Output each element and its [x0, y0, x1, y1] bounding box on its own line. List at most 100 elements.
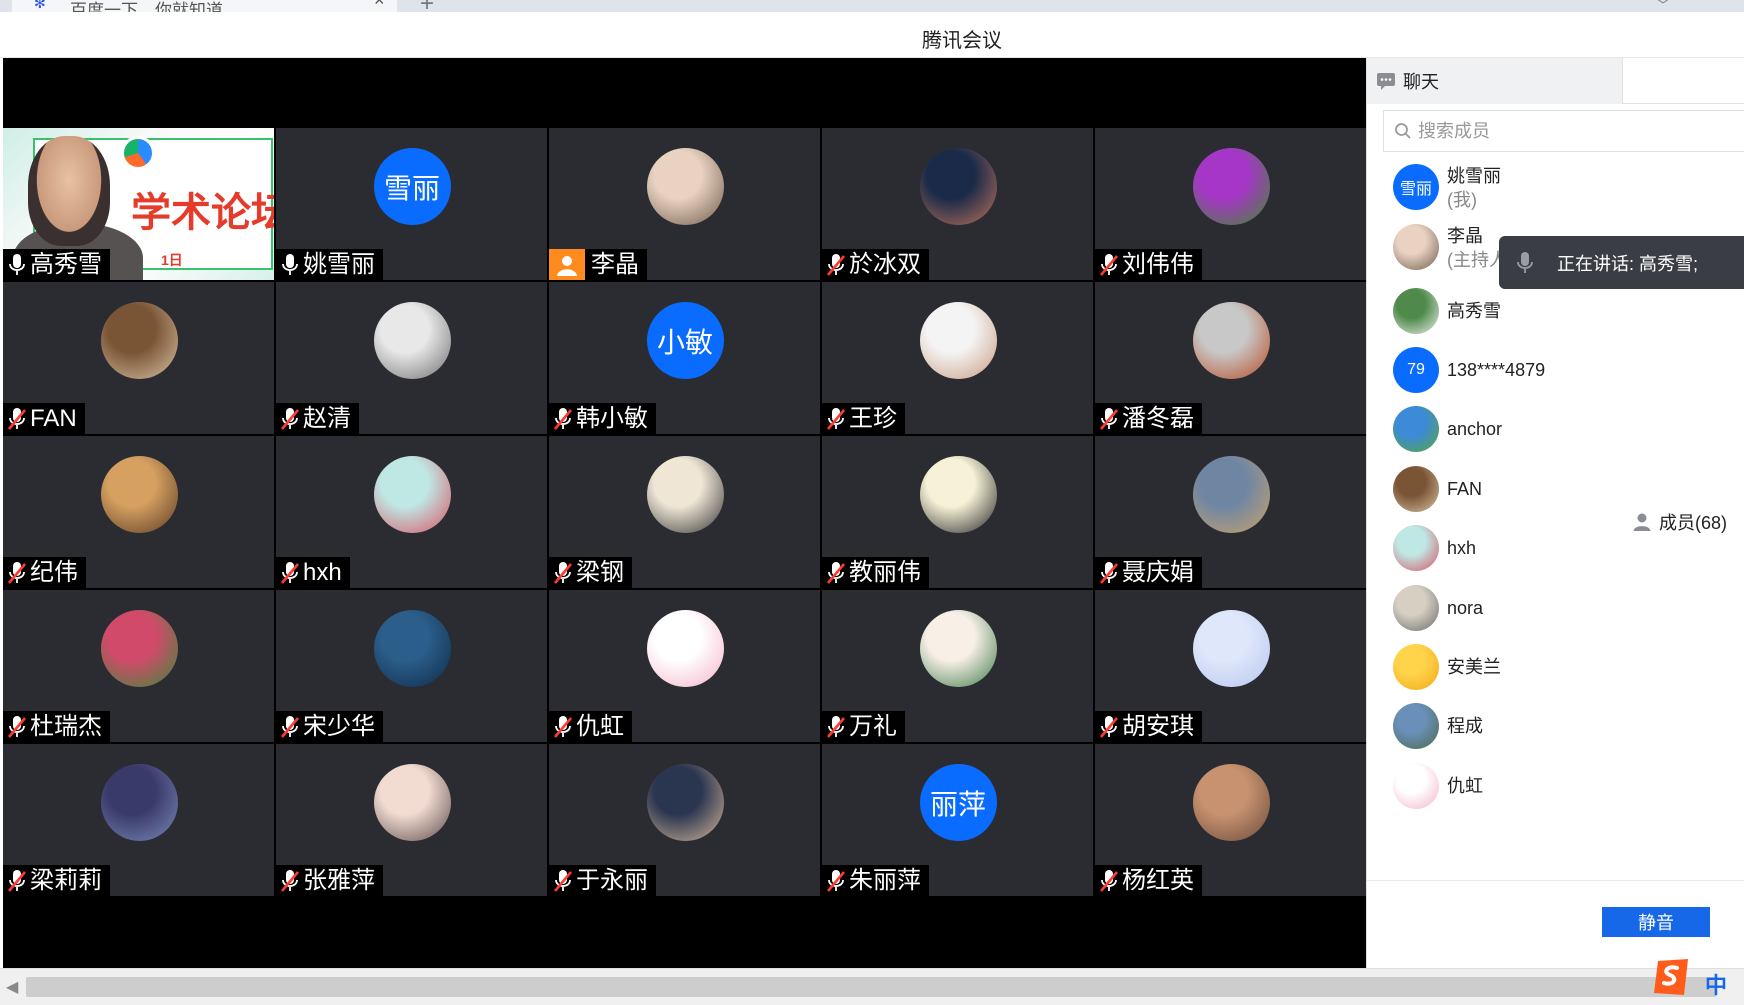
participant-name-tag: 宋少华	[276, 711, 383, 742]
video-tile[interactable]: 杜瑞杰	[3, 590, 274, 742]
participant-name: 聂庆娟	[1122, 559, 1194, 586]
member-list-item[interactable]: anchor	[1393, 406, 1733, 456]
video-tile[interactable]: 潘冬磊	[1095, 282, 1366, 434]
video-tile[interactable]: 杨红英	[1095, 744, 1366, 896]
video-tile[interactable]: 聂庆娟	[1095, 436, 1366, 588]
video-tile[interactable]: 宋少华	[276, 590, 547, 742]
video-tile[interactable]: 雪丽 姚雪丽	[276, 128, 547, 280]
video-tile[interactable]: 于永丽	[549, 744, 820, 896]
avatar	[1192, 610, 1270, 687]
chat-bubble-icon	[1377, 73, 1395, 90]
panel-tabs: 聊天 成员(68)	[1367, 58, 1744, 880]
microphone-muted-icon	[7, 407, 27, 431]
video-tile[interactable]: 胡安琪	[1095, 590, 1366, 742]
avatar	[100, 764, 178, 841]
member-list-item[interactable]: 仇虹	[1393, 763, 1733, 813]
member-name: anchor	[1447, 419, 1503, 439]
participant-name-tag: 张雅萍	[276, 865, 383, 896]
avatar	[1393, 585, 1439, 631]
video-tile[interactable]: 梁莉莉	[3, 744, 274, 896]
microphone-muted-icon	[826, 253, 846, 277]
participant-name: 韩小敏	[576, 405, 648, 432]
text-avatar: 雪丽	[1393, 164, 1439, 210]
video-tile[interactable]: 刘伟伟	[1095, 128, 1366, 280]
participant-name-tag: FAN	[3, 403, 85, 434]
participant-name: FAN	[30, 405, 77, 432]
new-tab-icon[interactable]: +	[420, 0, 434, 12]
participant-name: 教丽伟	[849, 559, 921, 586]
avatar	[100, 302, 178, 379]
video-tile[interactable]: 王珍	[822, 282, 1093, 434]
browser-tab[interactable]: ✻ 百度一下，你就知道 ×	[12, 0, 397, 12]
host-badge-icon	[549, 249, 585, 280]
participant-name: 赵清	[303, 405, 351, 432]
participant-name: 梁莉莉	[30, 867, 102, 894]
participant-name: 刘伟伟	[1122, 251, 1194, 278]
microphone-muted-icon	[7, 715, 27, 739]
participant-name-tag: 姚雪丽	[276, 249, 383, 280]
video-tile[interactable]: 张雅萍	[276, 744, 547, 896]
member-name: 高秀雪	[1447, 301, 1501, 321]
video-tile[interactable]: 纪伟	[3, 436, 274, 588]
scrollbar-thumb[interactable]	[26, 977, 1716, 997]
member-search-box[interactable]	[1383, 110, 1744, 152]
participant-name: 梁钢	[576, 559, 624, 586]
window-title: 腾讯会议	[922, 30, 1002, 52]
microphone-icon	[280, 253, 300, 277]
video-tile[interactable]: 赵清	[276, 282, 547, 434]
member-list-item[interactable]: FAN	[1393, 466, 1733, 516]
speaking-text: 正在讲话: 高秀雪;	[1557, 253, 1699, 274]
member-list-item[interactable]: 程成	[1393, 703, 1733, 753]
scroll-left-icon[interactable]: ◀	[6, 977, 18, 997]
video-tile[interactable]: FAN	[3, 282, 274, 434]
participant-name: hxh	[303, 559, 342, 586]
video-tile[interactable]: 於冰双	[822, 128, 1093, 280]
participant-name: 纪伟	[30, 559, 78, 586]
member-name: 仇虹	[1447, 776, 1483, 796]
mute-button[interactable]: 静音	[1602, 907, 1710, 937]
member-list-item[interactable]: 雪丽 姚雪丽 (我)	[1393, 164, 1733, 214]
member-search-input[interactable]	[1418, 120, 1718, 142]
close-tab-icon[interactable]: ×	[374, 0, 385, 9]
ime-mode-label[interactable]: 中	[1705, 968, 1727, 1000]
presenter-face	[28, 136, 110, 246]
member-list-item[interactable]: 安美兰	[1393, 644, 1733, 694]
video-tile[interactable]: 小敏韩小敏	[549, 282, 820, 434]
participant-name: 潘冬磊	[1122, 405, 1194, 432]
browser-tab-title: 百度一下，你就知道	[70, 1, 223, 12]
video-tile[interactable]: 李晶	[549, 128, 820, 280]
avatar	[1192, 456, 1270, 533]
participant-name: 于永丽	[576, 867, 648, 894]
panel-divider	[1367, 880, 1744, 881]
participant-name-tag: 胡安琪	[1095, 711, 1202, 742]
member-list-item[interactable]: 79 138****4879	[1393, 347, 1733, 397]
video-tile[interactable]: 梁钢	[549, 436, 820, 588]
member-list-item[interactable]: 高秀雪	[1393, 288, 1733, 338]
video-tile[interactable]: 教丽伟	[822, 436, 1093, 588]
participant-name-tag: 聂庆娟	[1095, 557, 1202, 588]
participant-name: 宋少华	[303, 713, 375, 740]
member-list-item[interactable]: hxh	[1393, 525, 1733, 575]
member-name: hxh	[1447, 538, 1477, 558]
text-avatar: 丽萍	[919, 764, 997, 841]
sogou-ime-icon[interactable]	[1650, 955, 1694, 999]
participant-name-tag: 高秀雪	[3, 249, 110, 280]
video-tile[interactable]: hxh	[276, 436, 547, 588]
avatar	[1192, 148, 1270, 225]
microphone-muted-icon	[1099, 407, 1119, 431]
text-avatar: 小敏	[646, 302, 724, 379]
video-tile[interactable]: 丽萍 朱丽萍	[822, 744, 1093, 896]
video-tile[interactable]: 学术论坛 1日 高秀雪	[3, 128, 274, 280]
tab-chat[interactable]: 聊天	[1367, 58, 1623, 104]
microphone-icon	[7, 253, 27, 277]
member-name: 姚雪丽	[1447, 166, 1501, 186]
avatar	[373, 764, 451, 841]
video-tile[interactable]: 仇虹	[549, 590, 820, 742]
text-avatar: 79	[1393, 347, 1439, 393]
member-name: nora	[1447, 598, 1484, 618]
horizontal-scrollbar[interactable]: ◀	[0, 968, 1744, 1005]
video-tile[interactable]: 万礼	[822, 590, 1093, 742]
tab-list-dropdown-icon[interactable]: ﹀	[1655, 0, 1671, 12]
avatar	[1393, 763, 1439, 809]
member-list-item[interactable]: nora	[1393, 585, 1733, 635]
